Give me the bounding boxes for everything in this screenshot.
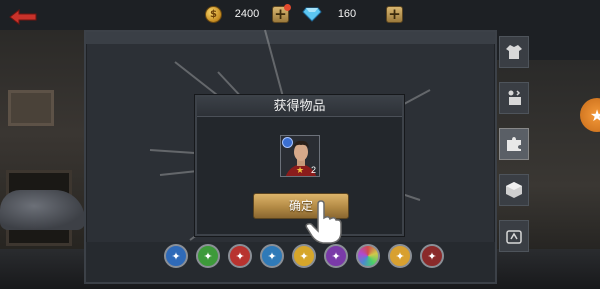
faction-icon-9[interactable]: ✦ <box>420 244 444 268</box>
star-rating-icon: ★ <box>296 166 305 176</box>
faction-icon-4[interactable]: ✦ <box>260 244 284 268</box>
back-arrow-icon <box>9 8 37 26</box>
notification-dot <box>284 3 291 11</box>
box-icon <box>506 182 522 198</box>
tab-box[interactable] <box>499 174 529 206</box>
coin-counter: $ 2400 + <box>205 3 291 24</box>
gem-amount: 160 <box>337 8 357 20</box>
add-coins-button[interactable]: + <box>272 3 291 23</box>
faction-icon-8[interactable]: ✦ <box>388 244 412 268</box>
coin-icon: $ <box>205 5 222 23</box>
star-icon: ★ <box>589 105 600 125</box>
faction-icon-7[interactable] <box>356 244 380 268</box>
item-count: 2 <box>310 165 316 175</box>
diamond-icon <box>302 7 322 22</box>
dance-icon <box>506 230 522 244</box>
tab-dance[interactable] <box>499 220 529 252</box>
tab-character[interactable] <box>499 82 529 114</box>
puzzle-icon <box>507 137 521 151</box>
add-gems-button[interactable]: + <box>386 5 403 23</box>
faction-icon-row: ✦ ✦ ✦ ✦ ✦ ✦ ✦ ✦ <box>164 244 444 270</box>
coin-amount: 2400 <box>234 8 260 20</box>
faction-icon-1[interactable]: ✦ <box>164 244 188 268</box>
gem-counter: 160 + <box>302 4 403 24</box>
tab-puzzle[interactable] <box>499 128 529 160</box>
faction-icon-5[interactable]: ✦ <box>292 244 316 268</box>
dialog-title: 获得物品 <box>197 97 402 117</box>
reward-item-card[interactable]: ★ 2 <box>280 135 320 177</box>
figure-icon <box>508 90 521 105</box>
faction-icon-2[interactable]: ✦ <box>196 244 220 268</box>
faction-icon-3[interactable]: ✦ <box>228 244 252 268</box>
rank-badge-icon <box>282 137 293 148</box>
tab-outfit[interactable] <box>499 36 529 68</box>
side-tabs <box>499 36 529 252</box>
pointer-hand-icon <box>305 200 342 244</box>
back-button[interactable] <box>8 8 38 26</box>
faction-icon-6[interactable]: ✦ <box>324 244 348 268</box>
background-car <box>0 190 85 230</box>
shirt-icon <box>506 45 522 59</box>
reward-dialog: 获得物品 ★ 2 确定 <box>195 95 404 236</box>
